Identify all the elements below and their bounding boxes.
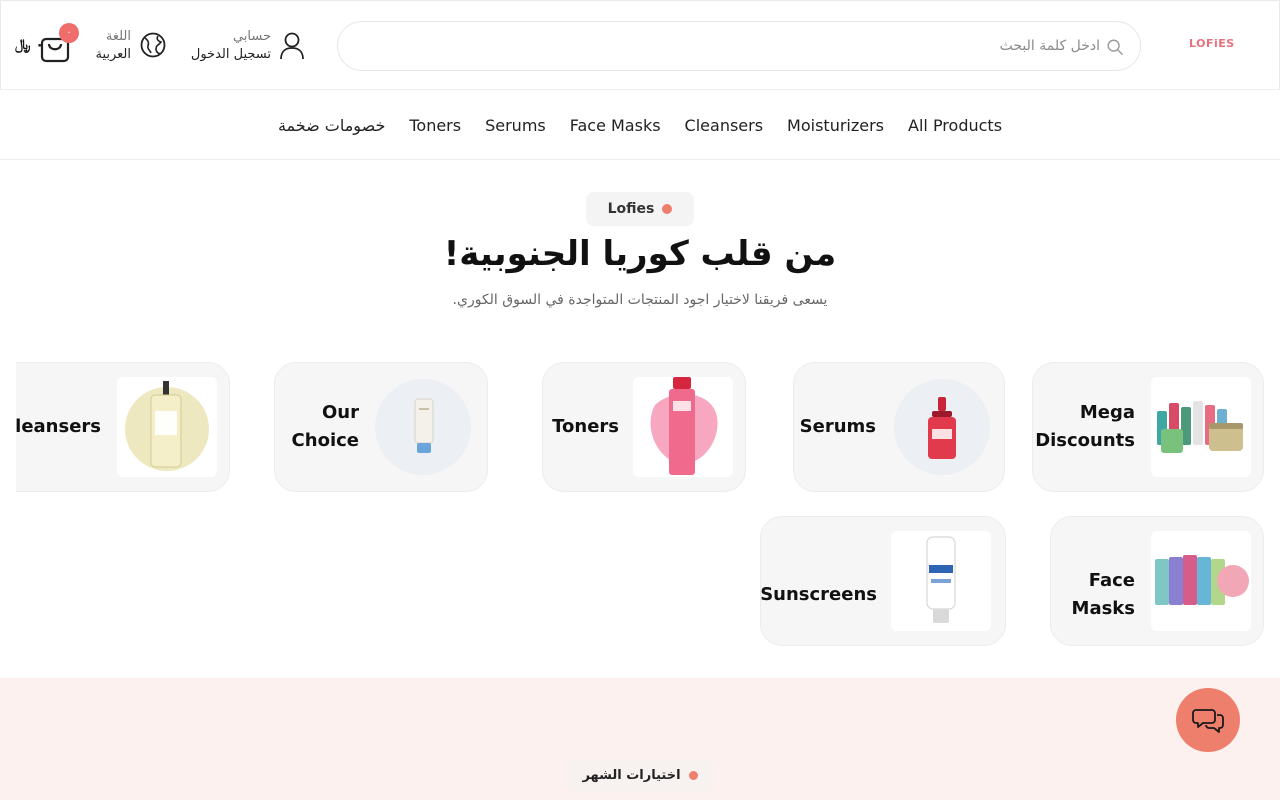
search-icon[interactable]	[1106, 38, 1124, 56]
cart-button[interactable]: ٠ ﷼ ٠	[15, 23, 79, 69]
nav-item-moisturizers[interactable]: Moisturizers	[787, 116, 884, 135]
category-name: Our Choice	[291, 402, 359, 451]
chat-button[interactable]	[1176, 688, 1240, 752]
hero-title: من قلب كوريا الجنوبية!	[443, 234, 837, 274]
brand-badge-label: Lofies	[607, 201, 655, 217]
language-value[interactable]: العربية	[95, 47, 131, 62]
main-nav: All Products Moisturizers Cleansers Face…	[0, 90, 1280, 160]
account-menu[interactable]: حسابي تسجيل الدخول	[181, 27, 311, 67]
nav-item-big-discounts[interactable]: خصومات ضخمة	[278, 116, 385, 135]
nav-item-cleansers[interactable]: Cleansers	[685, 116, 764, 135]
monthly-picks-label: اختيارات الشهر	[582, 767, 681, 783]
nav-item-all-products[interactable]: All Products	[908, 116, 1002, 135]
globe-icon	[140, 32, 166, 58]
cleansing-oil-image	[117, 377, 217, 477]
category-card-sunscreens[interactable]: Sunscreens	[760, 516, 1006, 646]
category-name: Face Masks	[1071, 570, 1135, 619]
nav-item-serums[interactable]: Serums	[485, 116, 546, 135]
monthly-picks-badge: اختيارات الشهر	[565, 759, 715, 791]
category-card-mega-discounts[interactable]: Mega Discounts	[1032, 362, 1264, 492]
cart-count-badge: ٠	[59, 23, 79, 43]
serum-bottle-image	[894, 379, 990, 475]
nav-item-face-masks[interactable]: Face Masks	[570, 116, 661, 135]
badge-dot	[662, 204, 673, 214]
category-name: Sunscreens	[760, 584, 877, 605]
toner-bottle-image	[633, 377, 733, 477]
category-name: Mega Discounts	[1035, 402, 1135, 451]
category-card-our-choice[interactable]: Our Choice	[274, 362, 488, 492]
category-card-cleansers[interactable]: Cleansers	[16, 362, 230, 492]
sheet-masks-image	[1151, 531, 1251, 631]
language-label: اللغة	[105, 29, 131, 44]
category-name: Serums	[799, 416, 876, 437]
category-grid: Mega Discounts Serums Toners Our Choice …	[16, 350, 1280, 670]
language-switcher[interactable]: اللغة العربية	[93, 27, 167, 67]
category-card-serums[interactable]: Serums	[793, 362, 1005, 492]
site-header: LOFiES حسابي تسجيل الدخول اللغة العربية …	[0, 0, 1280, 90]
login-link[interactable]: تسجيل الدخول	[191, 47, 271, 62]
search-bar[interactable]	[337, 21, 1141, 71]
category-card-toners[interactable]: Toners	[542, 362, 746, 492]
account-label: حسابي	[232, 29, 271, 44]
sunscreen-tube-image	[891, 531, 991, 631]
search-input[interactable]	[400, 34, 1100, 58]
skincare-bundle-image	[1151, 377, 1251, 477]
brand-badge: Lofies	[586, 192, 694, 226]
hero-subtitle: يسعى فريقنا لاختيار اجود المنتجات المتوا…	[452, 292, 828, 308]
site-logo[interactable]: LOFiES	[1189, 37, 1235, 50]
category-name: Cleansers	[16, 416, 101, 437]
chat-bubbles-icon	[1192, 709, 1224, 733]
badge-dot	[688, 770, 698, 780]
category-card-face-masks[interactable]: Face Masks	[1050, 516, 1264, 646]
nav-item-toners[interactable]: Toners	[409, 116, 461, 135]
user-icon	[280, 32, 304, 60]
cream-tube-image	[375, 379, 471, 475]
category-name: Toners	[552, 416, 619, 437]
